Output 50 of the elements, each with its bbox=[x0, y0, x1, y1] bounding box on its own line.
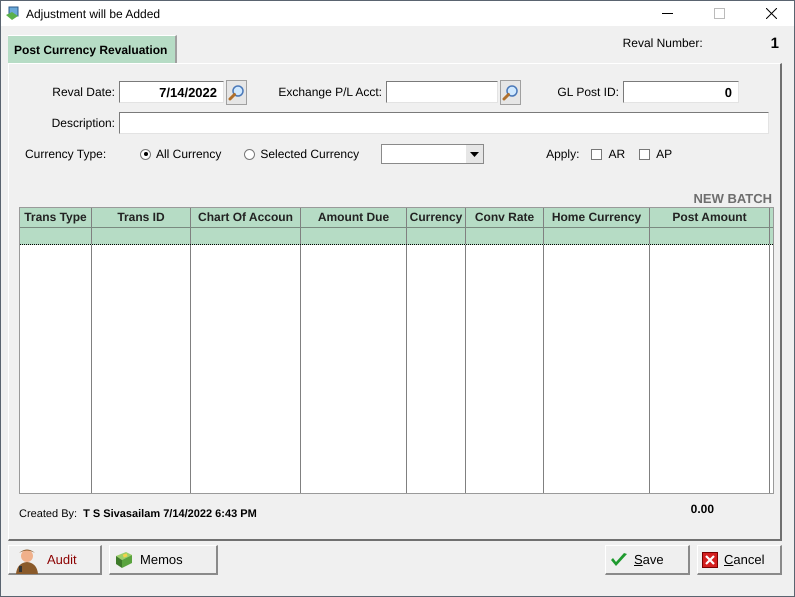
audit-button[interactable]: Audit bbox=[8, 545, 102, 575]
minimize-icon[interactable] bbox=[662, 12, 672, 14]
column-header[interactable]: Post Amount bbox=[650, 208, 770, 227]
field-label: Exchange P/L Acct: bbox=[277, 85, 382, 99]
description-field[interactable] bbox=[119, 112, 769, 134]
column-header[interactable]: Home Currency bbox=[544, 208, 650, 227]
close-icon[interactable] bbox=[766, 8, 776, 19]
date-field[interactable]: 7/14/2022 bbox=[119, 81, 224, 103]
total-amount: 0.00 bbox=[690, 502, 714, 516]
currency-dropdown[interactable] bbox=[381, 144, 484, 164]
dropdown-arrow-icon bbox=[470, 152, 480, 156]
column-header[interactable]: Trans Type bbox=[20, 208, 92, 227]
column-header[interactable]: Trans ID bbox=[92, 208, 191, 227]
lookup-button[interactable] bbox=[500, 80, 521, 104]
account-field[interactable] bbox=[386, 81, 498, 103]
created-by-label: Created By: bbox=[19, 508, 78, 520]
checkbox[interactable] bbox=[591, 148, 602, 160]
tab[interactable]: Post Currency Revaluation bbox=[8, 35, 178, 63]
field-label: Currency Type: bbox=[24, 147, 108, 161]
checkbox-option[interactable]: AP bbox=[639, 147, 672, 161]
radio-button[interactable] bbox=[244, 148, 256, 160]
app-icon bbox=[5, 6, 20, 21]
checkbox[interactable] bbox=[639, 148, 650, 160]
column-header[interactable]: Amount Due bbox=[301, 208, 407, 227]
close-icon bbox=[702, 552, 718, 568]
lookup-button[interactable] bbox=[226, 80, 247, 104]
magnifier-icon bbox=[228, 84, 245, 100]
window-title: Adjustment will be Added bbox=[26, 6, 162, 20]
column-header[interactable]: Conv Rate bbox=[466, 208, 544, 227]
radio-option[interactable]: All Currency bbox=[140, 147, 222, 161]
table-row[interactable] bbox=[20, 228, 773, 245]
field-label: GL Post ID: bbox=[556, 85, 619, 99]
created-by-value: T S Sivasailam 7/14/2022 6:43 PM bbox=[83, 508, 257, 520]
memos-button[interactable]: Memos bbox=[109, 545, 218, 575]
save-button[interactable]: Save bbox=[605, 545, 690, 575]
checkmark-icon bbox=[610, 552, 628, 568]
checkbox-option[interactable]: AR bbox=[591, 147, 626, 161]
column-header[interactable]: Currency bbox=[407, 208, 466, 227]
gl-post-id-field[interactable]: 0 bbox=[623, 81, 739, 103]
cancel-button[interactable]: Cancel bbox=[697, 545, 782, 575]
column-header[interactable]: Chart Of Accoun bbox=[191, 208, 301, 227]
reval-number-label: Reval Number: bbox=[622, 36, 703, 50]
field-label: Reval Date: bbox=[51, 85, 115, 99]
magnifier-icon bbox=[502, 84, 519, 100]
field-label: Description: bbox=[50, 116, 115, 130]
reval-number-value: 1 bbox=[770, 35, 779, 52]
batch-status: NEW BATCH bbox=[694, 191, 772, 206]
radio-button[interactable] bbox=[140, 148, 151, 160]
radio-option[interactable]: Selected Currency bbox=[244, 147, 360, 161]
field-label: Apply: bbox=[546, 147, 580, 161]
